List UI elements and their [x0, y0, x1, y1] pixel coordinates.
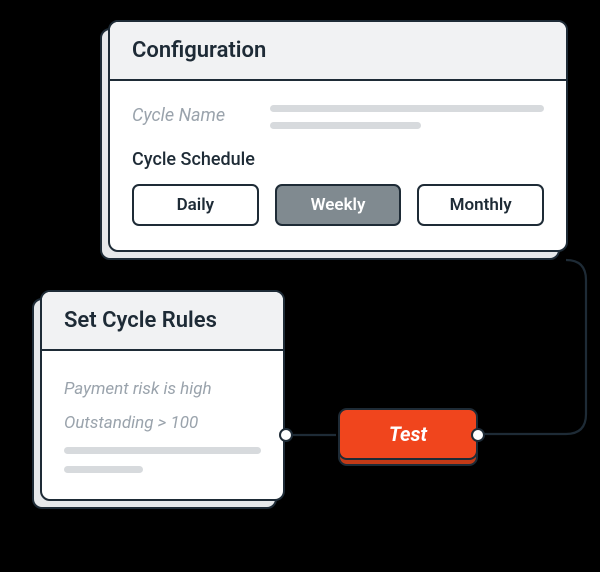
- schedule-option-monthly[interactable]: Monthly: [417, 184, 544, 226]
- cycle-name-label: Cycle Name: [132, 105, 252, 126]
- rules-card: Set Cycle Rules Payment risk is high Out…: [40, 290, 285, 501]
- rule-item: Outstanding > 100: [64, 413, 261, 433]
- configuration-title: Configuration: [110, 22, 566, 81]
- cycle-schedule-label: Cycle Schedule: [132, 149, 544, 170]
- placeholder-line: [270, 105, 544, 112]
- connector-node-icon: [279, 428, 293, 442]
- placeholder-line: [64, 447, 261, 454]
- schedule-option-weekly[interactable]: Weekly: [275, 184, 402, 226]
- schedule-option-daily[interactable]: Daily: [132, 184, 259, 226]
- placeholder-line: [270, 122, 421, 129]
- connector-node-icon: [471, 428, 485, 442]
- cycle-name-input[interactable]: [270, 101, 544, 129]
- rule-item: Payment risk is high: [64, 379, 261, 399]
- rules-title: Set Cycle Rules: [42, 292, 283, 351]
- placeholder-line: [64, 466, 143, 473]
- schedule-segmented-control: Daily Weekly Monthly: [132, 184, 544, 226]
- configuration-card: Configuration Cycle Name Cycle Schedule …: [108, 20, 568, 252]
- test-button[interactable]: Test: [338, 408, 478, 460]
